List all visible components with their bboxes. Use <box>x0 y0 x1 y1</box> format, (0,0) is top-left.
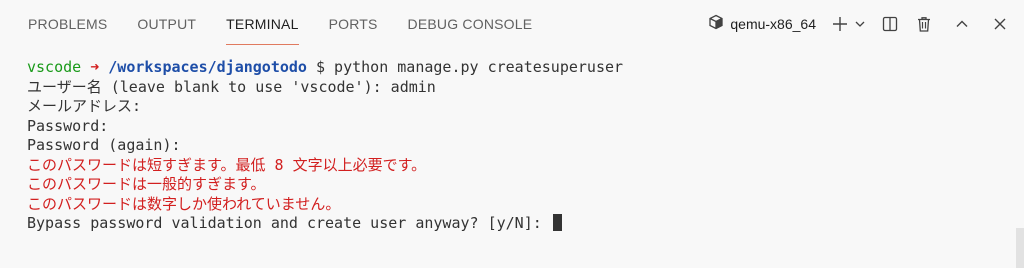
chevron-up-icon <box>954 16 970 32</box>
tab-output[interactable]: OUTPUT <box>137 0 196 48</box>
terminal-dropdown-button[interactable] <box>852 12 868 36</box>
close-icon <box>992 16 1008 32</box>
chevron-down-icon <box>854 18 866 30</box>
terminal-profile-selector[interactable]: qemu-x86_64 <box>708 14 816 34</box>
terminal-line: Password: <box>27 116 109 135</box>
tab-terminal[interactable]: TERMINAL <box>226 0 299 48</box>
box-icon <box>708 14 724 34</box>
terminal-prompt-line: vscode ➜ /workspaces/djangotodo $ python… <box>27 58 1007 78</box>
tab-problems[interactable]: PROBLEMS <box>28 0 107 48</box>
terminal-line: メールアドレス: <box>27 97 142 115</box>
kill-terminal-button[interactable] <box>912 12 936 36</box>
terminal-error-line: このパスワードは短すぎます。最低 8 文字以上必要です。 <box>27 155 427 174</box>
terminal-error-line: このパスワードは一般的すぎます。 <box>27 175 266 193</box>
prompt-command: $ python manage.py createsuperuser <box>306 58 624 76</box>
prompt-user: vscode <box>27 58 82 76</box>
tab-ports[interactable]: PORTS <box>329 0 378 48</box>
panel-actions: qemu-x86_64 <box>708 0 1024 48</box>
panel-tabs: PROBLEMS OUTPUT TERMINAL PORTS DEBUG CON… <box>28 0 562 48</box>
terminal-profile-label: qemu-x86_64 <box>730 16 816 32</box>
plus-icon <box>831 15 849 33</box>
terminal-input-line: Bypass password validation and create us… <box>27 214 1007 234</box>
terminal-scrollbar[interactable] <box>1016 228 1024 268</box>
terminal-panel: PROBLEMS OUTPUT TERMINAL PORTS DEBUG CON… <box>0 0 1024 268</box>
maximize-panel-button[interactable] <box>950 12 974 36</box>
tab-debug-console[interactable]: DEBUG CONSOLE <box>408 0 533 48</box>
panel-tab-bar: PROBLEMS OUTPUT TERMINAL PORTS DEBUG CON… <box>0 0 1024 48</box>
terminal-line: ユーザー名 (leave blank to use 'vscode'): adm… <box>27 77 436 96</box>
terminal-cursor <box>552 214 562 231</box>
split-terminal-button[interactable] <box>878 12 902 36</box>
close-panel-button[interactable] <box>988 12 1012 36</box>
prompt-arrow: ➜ <box>90 58 100 76</box>
terminal-line: Password (again): <box>27 136 181 154</box>
prompt-path: /workspaces/djangotodo <box>108 58 307 76</box>
trash-icon <box>915 15 933 33</box>
terminal-output[interactable]: vscode ➜ /workspaces/djangotodo $ python… <box>27 58 1007 234</box>
terminal-question: Bypass password validation and create us… <box>27 214 551 232</box>
new-terminal-button[interactable] <box>828 12 852 36</box>
terminal-error-line: このパスワードは数字しか使われていません。 <box>27 194 341 213</box>
split-icon <box>881 15 899 33</box>
